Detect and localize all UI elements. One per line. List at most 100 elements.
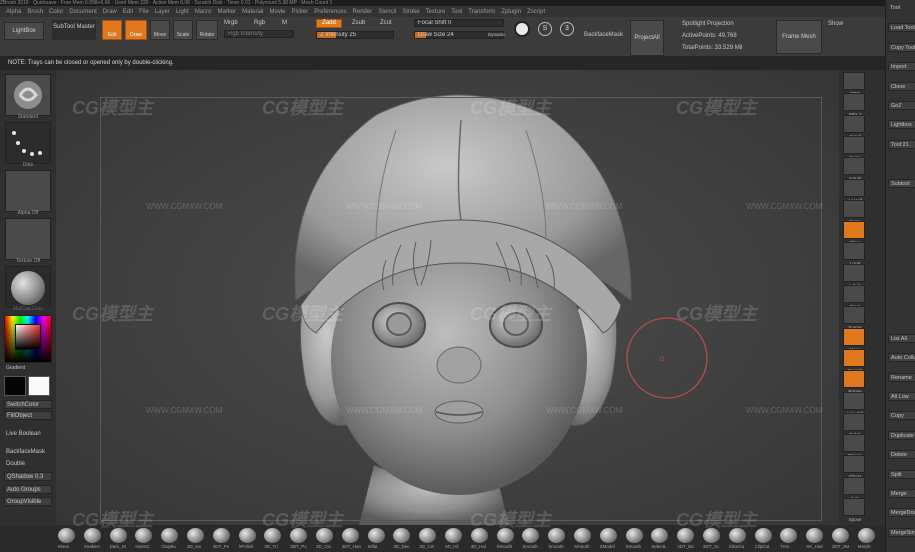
shelf-button-aahalf[interactable] <box>843 178 865 197</box>
menu-item-color[interactable]: Color <box>49 9 63 15</box>
brush-icon[interactable] <box>238 528 256 543</box>
brush-icon[interactable] <box>187 528 204 543</box>
brush-icon[interactable] <box>677 528 695 543</box>
menu-item-picker[interactable]: Picker <box>292 9 309 15</box>
tool-panel-item-goz[interactable]: GoZ <box>888 101 915 110</box>
shelf-button-persp[interactable] <box>843 199 865 218</box>
brush-icon[interactable] <box>599 528 617 543</box>
tool-panel-item-duplicate[interactable]: Duplicate <box>888 430 915 440</box>
brush-icon[interactable] <box>728 528 746 543</box>
rgb-intensity-slider[interactable]: Rgb Intensity <box>224 30 294 38</box>
subtool-master-button[interactable]: SubTool Master <box>52 20 96 40</box>
menu-item-material[interactable]: Material <box>242 9 263 15</box>
shelf-button-zoomd[interactable] <box>843 348 865 367</box>
tool-panel-item-mergedown[interactable]: MergeDown <box>888 508 915 518</box>
brush-icon[interactable] <box>264 528 282 543</box>
color-square[interactable] <box>15 324 41 350</box>
zsub-toggle[interactable]: Zsub <box>352 20 365 26</box>
mrgb-toggle[interactable]: Mrgb <box>224 20 238 26</box>
zadd-button[interactable]: Zadd <box>316 19 342 28</box>
auto-groups-button[interactable]: Auto Groups <box>4 485 52 494</box>
draw-button[interactable]: Draw <box>125 20 147 40</box>
menu-item-render[interactable]: Render <box>353 9 373 15</box>
brush-icon[interactable] <box>393 528 411 543</box>
brush-icon[interactable] <box>625 528 643 543</box>
tool-panel-item-list-all[interactable]: List All <box>888 333 915 343</box>
brush-icon[interactable] <box>806 528 824 543</box>
tool-panel-item-load-tool[interactable]: Load Tool <box>888 23 915 33</box>
qshadow-slider[interactable]: QShadow 0.3 <box>4 472 52 481</box>
shelf-button-solo[interactable] <box>843 476 865 495</box>
brush-icon[interactable] <box>212 528 230 543</box>
rgb-toggle[interactable]: Rgb <box>254 20 265 26</box>
menu-item-movie[interactable]: Movie <box>270 9 286 15</box>
standard-brush-button[interactable] <box>5 74 51 116</box>
brush-icon[interactable] <box>470 528 488 543</box>
menu-item-tool[interactable]: Tool <box>451 9 462 15</box>
shelf-button-transp[interactable] <box>843 434 865 453</box>
shelf-button-line-fill[interactable] <box>843 391 865 410</box>
menu-item-brush[interactable]: Brush <box>27 9 43 15</box>
brush-icon[interactable] <box>754 528 772 543</box>
double-toggle[interactable]: Double <box>4 460 52 469</box>
alpha-button[interactable] <box>5 170 51 212</box>
zcut-toggle[interactable]: Zcut <box>380 20 392 26</box>
brush-icon[interactable] <box>367 528 385 543</box>
group-visible-button[interactable]: GroupVisible <box>4 497 52 506</box>
menu-item-stroke[interactable]: Stroke <box>402 9 419 15</box>
menu-item-file[interactable]: File <box>139 9 149 15</box>
brush-icon[interactable] <box>419 528 437 543</box>
shelf-button-actual[interactable] <box>843 157 865 176</box>
menu-item-alpha[interactable]: Alpha <box>6 9 21 15</box>
shelf-button-bpr[interactable] <box>843 72 865 90</box>
tool-panel-item-lightbox[interactable]: Lightbox <box>888 120 915 130</box>
menu-item-preferences[interactable]: Preferences <box>314 9 346 15</box>
tool-panel-item-delete[interactable]: Delete <box>888 450 915 460</box>
shelf-button-gxyz[interactable] <box>843 285 865 303</box>
menu-item-document[interactable]: Document <box>69 9 96 15</box>
brush-icon[interactable] <box>703 528 720 543</box>
menu-item-draw[interactable]: Draw <box>103 9 117 15</box>
menu-item-stencil[interactable]: Stencil <box>378 9 396 15</box>
brush-icon[interactable] <box>574 528 591 543</box>
main-color-swatch[interactable] <box>28 376 50 396</box>
tool-panel-item-copy-tool[interactable]: Copy Tool <box>888 42 915 52</box>
rotate-button[interactable]: Rotate <box>196 20 218 40</box>
brush-icon[interactable] <box>651 528 669 543</box>
tool-panel-item-tool-21[interactable]: Tool:21 <box>888 139 915 149</box>
shelf-button-ghost[interactable] <box>843 455 865 474</box>
tool-panel-item-auto-collapse[interactable]: Auto Collapse <box>888 353 915 363</box>
stroke-dots-button[interactable] <box>5 122 51 164</box>
brush-icon[interactable] <box>548 528 566 543</box>
brush-icon[interactable] <box>316 528 333 543</box>
tool-panel-item-all-low[interactable]: All Low <box>888 392 915 401</box>
brush-icon[interactable] <box>135 528 153 543</box>
brush-icon[interactable] <box>522 528 540 543</box>
live-boolean-toggle[interactable]: Live Boolean <box>4 430 52 439</box>
brush-icon[interactable] <box>445 528 462 543</box>
tool-panel-item-split[interactable]: Split <box>888 469 915 479</box>
backface-mask-left-toggle[interactable]: BackfaceMask <box>4 448 52 457</box>
brush-icon[interactable] <box>83 528 101 543</box>
brush-icon[interactable] <box>857 528 875 543</box>
brush-icon[interactable] <box>58 528 75 543</box>
tool-panel-item-rename[interactable]: Rename <box>888 372 915 382</box>
shelf-button-spix-3[interactable] <box>843 93 865 112</box>
shelf-button-scroll[interactable] <box>843 114 865 133</box>
shelf-button-move[interactable] <box>843 327 865 346</box>
tool-panel-item-import[interactable]: Import <box>888 62 915 72</box>
move-button[interactable]: Move <box>150 20 170 40</box>
spotlight-projection-toggle[interactable]: Spotlight Projection <box>682 21 734 27</box>
menu-item-marker[interactable]: Marker <box>217 9 236 15</box>
tool-panel-item-subtool[interactable]: Subtool <box>888 178 915 188</box>
secondary-color-swatch[interactable] <box>4 376 26 396</box>
tool-panel-item-clone[interactable]: Clone <box>888 81 915 91</box>
tool-panel-item-merge[interactable]: Merge <box>888 489 915 498</box>
brush-icon[interactable] <box>832 528 849 543</box>
snapshot-icon[interactable]: S <box>538 22 552 36</box>
tool-panel-item-tool[interactable]: Tool <box>888 4 915 13</box>
show-toggle[interactable]: Show <box>828 21 843 27</box>
shelf-button-zoom[interactable] <box>843 135 865 154</box>
tool-panel-item-mergesim[interactable]: MergeSim <box>888 527 915 537</box>
menu-item-texture[interactable]: Texture <box>426 9 446 15</box>
